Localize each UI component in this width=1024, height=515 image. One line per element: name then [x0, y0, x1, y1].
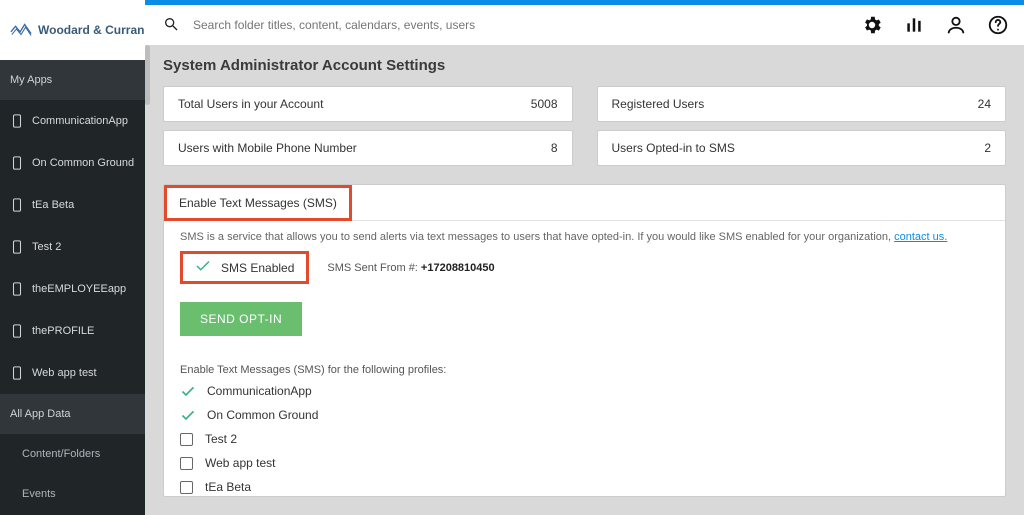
send-optin-button[interactable]: SEND OPT-IN [180, 302, 302, 336]
checkbox-icon [180, 433, 193, 446]
analytics-icon[interactable] [902, 13, 926, 37]
profile-label: tEa Beta [205, 480, 251, 494]
sms-sent-from: SMS Sent From #: +17208810450 [327, 262, 494, 274]
phone-icon [10, 156, 24, 170]
sidebar-item-communicationapp[interactable]: CommunicationApp [0, 100, 145, 142]
sidebar-item-teabeta[interactable]: tEa Beta [0, 184, 145, 226]
stat-label: Users with Mobile Phone Number [178, 141, 357, 155]
topbar [145, 5, 1024, 45]
profile-item-test2[interactable]: Test 2 [180, 432, 989, 446]
user-icon[interactable] [944, 13, 968, 37]
sidebar-item-label: tEa Beta [32, 199, 74, 211]
search-input[interactable] [193, 18, 593, 32]
stat-label: Total Users in your Account [178, 97, 323, 111]
phone-icon [10, 282, 24, 296]
stat-mobile-users: Users with Mobile Phone Number 8 [163, 130, 573, 166]
brand-name: Woodard & Curran [38, 23, 144, 37]
stat-total-users: Total Users in your Account 5008 [163, 86, 573, 122]
stat-label: Registered Users [612, 97, 705, 111]
sidebar-sub-events[interactable]: Events [0, 474, 145, 514]
sidebar-item-label: Test 2 [32, 241, 61, 253]
profile-item-oncommonground[interactable]: On Common Ground [180, 408, 989, 422]
profile-label: CommunicationApp [207, 384, 312, 398]
checkbox-icon [180, 481, 193, 494]
profile-label: Test 2 [205, 432, 237, 446]
sidebar-sub-contentfolders[interactable]: Content/Folders [0, 434, 145, 474]
scrollbar-thumb[interactable] [145, 45, 150, 105]
stat-value: 24 [978, 97, 991, 111]
sidebar-item-theemployeeapp[interactable]: theEMPLOYEEapp [0, 268, 145, 310]
sidebar-item-test2[interactable]: Test 2 [0, 226, 145, 268]
help-icon[interactable] [986, 13, 1010, 37]
sms-enabled-toggle[interactable]: SMS Enabled [180, 251, 309, 284]
sidebar-item-label: thePROFILE [32, 325, 94, 337]
check-icon [180, 386, 195, 397]
sidebar-item-label: Web app test [32, 367, 97, 379]
sidebar-item-oncommonground[interactable]: On Common Ground [0, 142, 145, 184]
profile-item-teabeta[interactable]: tEa Beta [180, 480, 989, 494]
sidebar-item-label: theEMPLOYEEapp [32, 283, 126, 295]
checkbox-icon [180, 457, 193, 470]
page-title: System Administrator Account Settings [163, 57, 1006, 74]
gear-icon[interactable] [860, 13, 884, 37]
stat-value: 8 [551, 141, 558, 155]
contact-us-link[interactable]: contact us. [894, 231, 947, 243]
stat-optedin-users: Users Opted-in to SMS 2 [597, 130, 1007, 166]
sidebar-item-webapptest[interactable]: Web app test [0, 352, 145, 394]
sidebar-item-label: CommunicationApp [32, 115, 128, 127]
phone-icon [10, 198, 24, 212]
sidebar: Woodard & Curran My Apps CommunicationAp… [0, 0, 145, 515]
sidebar-item-label: On Common Ground [32, 157, 134, 169]
sms-profile-list: CommunicationApp On Common Ground Test 2… [180, 384, 989, 497]
phone-icon [10, 240, 24, 254]
profile-label: On Common Ground [207, 408, 318, 422]
search-icon [163, 16, 179, 35]
sidebar-item-theprofile[interactable]: thePROFILE [0, 310, 145, 352]
main-area: System Administrator Account Settings To… [145, 0, 1024, 515]
brand-mark-icon [10, 22, 32, 38]
stat-label: Users Opted-in to SMS [612, 141, 735, 155]
sms-desc-text: SMS is a service that allows you to send… [180, 231, 894, 243]
phone-icon [10, 324, 24, 338]
sms-enabled-label: SMS Enabled [221, 261, 294, 275]
content: System Administrator Account Settings To… [145, 45, 1024, 515]
sidebar-section-allappdata: All App Data [0, 394, 145, 434]
profile-item-communicationapp[interactable]: CommunicationApp [180, 384, 989, 398]
brand-logo[interactable]: Woodard & Curran [0, 0, 145, 60]
sms-description: SMS is a service that allows you to send… [180, 221, 989, 251]
sms-profiles-label: Enable Text Messages (SMS) for the follo… [180, 364, 989, 376]
profile-item-webapptest[interactable]: Web app test [180, 456, 989, 470]
sms-section-title: Enable Text Messages (SMS) [164, 185, 352, 221]
sms-sent-from-number: +17208810450 [421, 262, 495, 274]
phone-icon [10, 366, 24, 380]
sidebar-section-myapps: My Apps [0, 60, 145, 100]
stat-value: 5008 [531, 97, 558, 111]
sms-sent-from-label: SMS Sent From #: [327, 262, 421, 274]
check-icon [195, 260, 211, 275]
search-wrap [163, 16, 860, 35]
profile-label: Web app test [205, 456, 276, 470]
sms-panel: Enable Text Messages (SMS) SMS is a serv… [163, 184, 1006, 497]
check-icon [180, 410, 195, 421]
stat-registered-users: Registered Users 24 [597, 86, 1007, 122]
phone-icon [10, 114, 24, 128]
stat-value: 2 [984, 141, 991, 155]
